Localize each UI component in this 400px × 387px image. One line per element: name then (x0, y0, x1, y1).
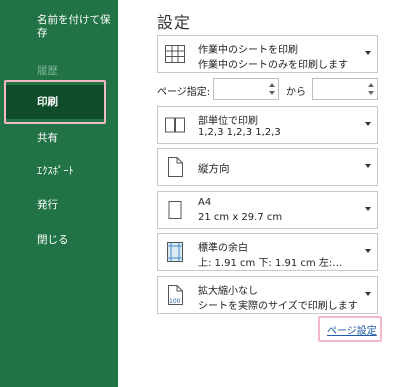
nav-item-close[interactable]: 閉じる (0, 232, 118, 247)
orientation-dropdown[interactable]: 縦方向 (157, 148, 378, 186)
page-setup-link[interactable]: ページ設定 (327, 322, 377, 337)
chevron-down-icon (365, 122, 371, 126)
nav-item-share[interactable]: 共有 (0, 130, 118, 145)
margins-dropdown[interactable]: 標準の余白 上: 1.91 cm 下: 1.91 cm 左:… (157, 233, 378, 271)
spin-up-icon[interactable] (269, 83, 275, 87)
orientation-label: 縦方向 (198, 163, 230, 175)
print-what-dropdown[interactable]: 作業中のシートを印刷 作業中のシートのみを印刷します (157, 35, 378, 73)
nav-item-save-as[interactable]: 名前を付けて保存 (0, 14, 118, 40)
paper-size-dropdown[interactable]: A4 21 cm x 29.7 cm (157, 191, 378, 229)
spin-down-icon[interactable] (269, 91, 275, 95)
portrait-page-icon (168, 157, 183, 177)
chevron-down-icon (365, 164, 371, 168)
scaling-title: 拡大縮小なし (198, 286, 258, 297)
collate-dropdown[interactable]: 部単位で印刷 1,2,3 1,2,3 1,2,3 (157, 106, 378, 144)
paper-size-title: A4 (198, 197, 212, 208)
nav-item-history: 履歴 (37, 65, 58, 77)
scaling-icon: 100 (168, 285, 183, 305)
chevron-down-icon (365, 51, 371, 55)
spin-down-icon[interactable] (368, 91, 374, 95)
scaling-desc: シートを実際のサイズで印刷します (198, 301, 358, 312)
settings-title: 設定 (157, 13, 192, 32)
sheet-grid-icon (165, 45, 185, 63)
print-what-title: 作業中のシートを印刷 (198, 45, 298, 56)
pages-label: ページ指定: (157, 87, 211, 98)
scaling-icon-text: 100 (169, 298, 181, 305)
chevron-down-icon (365, 207, 371, 211)
print-what-desc: 作業中のシートのみを印刷します (198, 60, 348, 71)
margins-desc: 上: 1.91 cm 下: 1.91 cm 左:… (198, 258, 343, 269)
collate-desc: 1,2,3 1,2,3 1,2,3 (198, 127, 281, 138)
scaling-dropdown[interactable]: 100 拡大縮小なし シートを実際のサイズで印刷します (157, 276, 378, 314)
highlight-print (4, 80, 106, 124)
margins-title: 標準の余白 (198, 243, 248, 254)
nav-item-export[interactable]: ｴｸｽﾎﾟｰﾄ (0, 163, 118, 178)
chevron-down-icon (365, 292, 371, 296)
nav-item-publish[interactable]: 発行 (0, 197, 118, 212)
paper-size-desc: 21 cm x 29.7 cm (198, 212, 283, 223)
pages-range: ページ指定: から (157, 78, 379, 102)
chevron-down-icon (365, 249, 371, 253)
spin-up-icon[interactable] (368, 83, 374, 87)
backstage-nav: 名前を付けて保存 履歴 印刷 共有 ｴｸｽﾎﾟｰﾄ 発行 閉じる (0, 0, 118, 387)
pages-to-input[interactable] (312, 78, 378, 100)
pages-from-input[interactable] (213, 78, 279, 100)
pages-to-label: から (286, 87, 306, 98)
paper-icon (168, 201, 182, 219)
margins-icon (167, 242, 183, 262)
collate-title: 部単位で印刷 (198, 116, 258, 127)
collate-icon (165, 117, 185, 133)
